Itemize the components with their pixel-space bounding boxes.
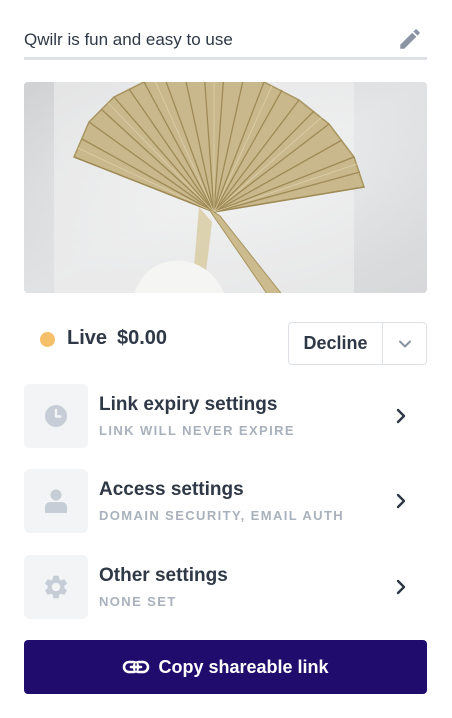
setting-title: Access settings [99,479,244,500]
status-label: Live [67,327,108,349]
copy-shareable-link-button[interactable]: Copy shareable link [24,640,427,694]
setting-icon-box [24,384,88,448]
palm-leaf-image [24,82,427,293]
cover-image [24,82,427,293]
status-dot [40,332,55,347]
decline-button-group: Decline [288,322,427,365]
setting-icon-box [24,469,88,533]
chevron-right-icon [396,493,406,509]
setting-link-expiry[interactable]: Link expiry settings LINK WILL NEVER EXP… [24,384,427,448]
setting-icon-box [24,555,88,619]
page-title-field: Qwilr is fun and easy to use [24,22,427,60]
setting-access[interactable]: Access settings DOMAIN SECURITY, EMAIL A… [24,469,427,533]
link-icon [123,660,150,674]
edit-title-button[interactable] [397,26,423,52]
setting-other[interactable]: Other settings NONE SET [24,555,427,619]
decline-dropdown-toggle[interactable] [383,323,426,364]
copy-link-label: Copy shareable link [158,656,329,677]
setting-subtitle: LINK WILL NEVER EXPIRE [99,423,295,438]
pencil-icon [400,29,420,49]
gear-icon [45,575,67,599]
decline-button[interactable]: Decline [289,323,383,364]
setting-title: Link expiry settings [99,394,278,415]
chevron-right-icon [396,408,406,424]
chevron-right-icon [396,579,406,595]
clock-icon [45,405,67,427]
status-amount: $0.00 [117,327,168,349]
person-icon [45,489,67,513]
setting-subtitle: NONE SET [99,594,177,609]
setting-title: Other settings [99,565,228,586]
page-title: Qwilr is fun and easy to use [24,30,233,49]
chevron-down-icon [398,340,411,347]
setting-subtitle: DOMAIN SECURITY, EMAIL AUTH [99,508,345,523]
status-row: Live $0.00 Decline [24,322,427,366]
